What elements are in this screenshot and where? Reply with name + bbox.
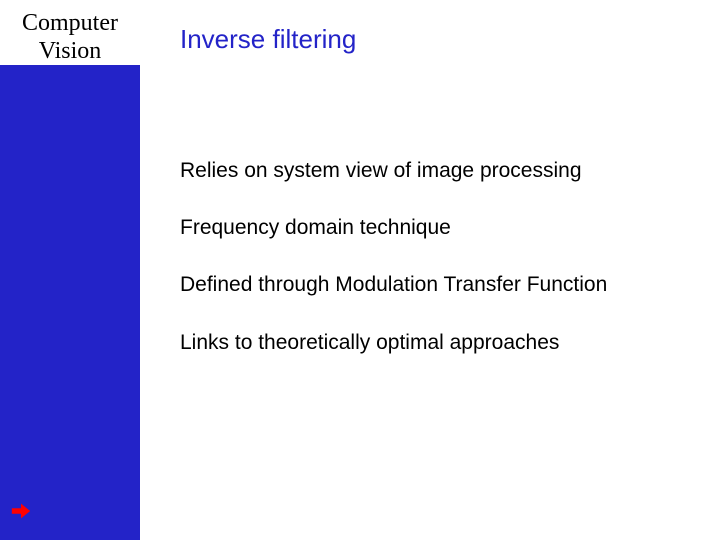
slide-content: Inverse filtering Relies on system view … [140, 0, 720, 540]
bullet-item: Links to theoretically optimal approache… [180, 330, 700, 355]
arrow-right-icon [10, 500, 32, 522]
sidebar-title-line2: Vision [0, 38, 140, 66]
bullet-item: Relies on system view of image processin… [180, 158, 700, 183]
sidebar: Computer Vision [0, 0, 140, 540]
sidebar-title: Computer Vision [0, 0, 140, 65]
slide-heading: Inverse filtering [180, 24, 356, 55]
bullet-item: Frequency domain technique [180, 215, 700, 240]
bullet-item: Defined through Modulation Transfer Func… [180, 272, 700, 297]
sidebar-title-line1: Computer [0, 10, 140, 38]
bullet-list: Relies on system view of image processin… [180, 158, 700, 387]
